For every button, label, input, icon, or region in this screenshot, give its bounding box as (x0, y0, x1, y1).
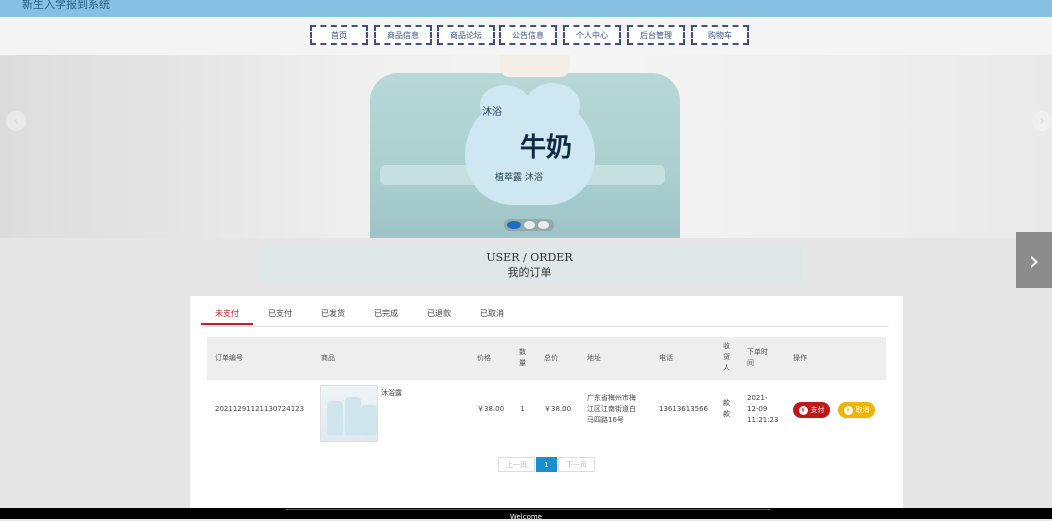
active-tab-indicator (201, 323, 253, 325)
carousel-dot[interactable] (507, 221, 521, 229)
nav-goods-info[interactable]: 商品信息 (374, 25, 432, 45)
header-time: 下单时 间 (747, 347, 768, 369)
main-nav: 首页 商品信息 商品论坛 公告信息 个人中心 后台管理 购物车 (0, 17, 1052, 55)
header-qty: 数 量 (519, 347, 526, 369)
side-next-button[interactable]: › (1016, 232, 1052, 288)
header-ops: 操作 (793, 354, 807, 362)
receiver-line: 款 (723, 399, 730, 407)
tab-unpaid[interactable]: 未支付 (215, 308, 239, 319)
header-receiver: 收 货 人 (723, 341, 730, 374)
header-phone: 电话 (659, 354, 673, 362)
pagination-page-1[interactable]: 1 (536, 457, 557, 472)
yen-icon: ¥ (798, 405, 808, 415)
bottle-shape (345, 397, 361, 435)
header-price: 价格 (477, 354, 491, 362)
tab-refunded[interactable]: 已退款 (427, 308, 451, 319)
carousel-dot[interactable] (524, 221, 535, 229)
order-time: 2021- 12-09 11:21:23 (747, 393, 778, 426)
address: 广东省梅州市梅 江区江南街道白 马四路16号 (587, 393, 636, 426)
header-qty-line: 数 (519, 348, 526, 356)
order-no: 20211291121130724123 (215, 405, 305, 413)
nav-admin[interactable]: 后台管理 (627, 25, 685, 45)
tab-completed[interactable]: 已完成 (374, 308, 398, 319)
nav-home[interactable]: 首页 (310, 25, 368, 45)
price: ￥38.00 (477, 405, 505, 413)
banner-carousel: 沐浴 牛奶 植萃露 沐浴 ‹ › (0, 55, 1052, 238)
header-time-line: 间 (747, 359, 754, 367)
footer-divider (285, 509, 771, 510)
yen-icon: ¥ (843, 405, 853, 415)
carousel-indicators (504, 219, 554, 231)
order-time-line: 12-09 (747, 405, 768, 413)
carousel-next-button[interactable]: › (1032, 111, 1052, 131)
header-receiver-line: 货 (723, 353, 730, 361)
page-title-en: USER / ORDER (486, 251, 573, 264)
header-order-no: 订单编号 (215, 354, 243, 362)
header-time-line: 下单时 (747, 348, 768, 356)
phone: 13613613566 (659, 405, 708, 413)
header-address: 地址 (587, 354, 601, 362)
address-line: 广东省梅州市梅 (587, 394, 636, 402)
goods-name: 沐浴露 (381, 389, 402, 397)
pagination-prev[interactable]: 上一页 (498, 457, 535, 472)
address-line: 江区江南街道白 (587, 405, 636, 413)
top-bar: 新生入学报到系统 (0, 0, 1052, 17)
cancel-button-label: 取消 (855, 406, 870, 414)
product-label-sub: 植萃露 沐浴 (495, 173, 543, 183)
receiver-line: 款 (723, 410, 730, 418)
table-row: 20211291121130724123 沐浴露 ￥38.00 1 ￥38.00… (207, 380, 886, 442)
banner-product-image: 沐浴 牛奶 植萃露 沐浴 (370, 55, 680, 238)
page-header: USER / ORDER 我的订单 (257, 246, 802, 284)
jar-lid (500, 55, 570, 77)
quantity: 1 (520, 405, 525, 413)
nav-announcements[interactable]: 公告信息 (499, 25, 557, 45)
order-time-line: 2021- (747, 394, 768, 402)
goods-thumbnail[interactable] (320, 385, 378, 442)
header-total: 总价 (544, 354, 558, 362)
bottle-shape (327, 401, 343, 435)
nav-goods-forum[interactable]: 商品论坛 (437, 25, 495, 45)
header-qty-line: 量 (519, 359, 526, 367)
table-header: 订单编号 商品 价格 数 量 总价 地址 电话 收 货 人 下单时 间 操作 (207, 337, 886, 380)
pagination: 上一页 1 下一页 (498, 457, 595, 472)
tab-paid[interactable]: 已支付 (268, 308, 292, 319)
footer: Welcome (0, 508, 1052, 521)
carousel-prev-button[interactable]: ‹ (6, 111, 26, 131)
order-status-tabs: 未支付 已支付 已发货 已完成 已退款 已取消 (201, 304, 889, 327)
address-line: 马四路16号 (587, 416, 624, 424)
order-panel: 未支付 已支付 已发货 已完成 已退款 已取消 订单编号 商品 价格 数 量 总… (190, 296, 903, 508)
cancel-button[interactable]: ¥ 取消 (838, 402, 875, 418)
page-title-cn: 我的订单 (507, 266, 552, 279)
total-price: ￥38.00 (544, 405, 572, 413)
product-label-small: 沐浴 (482, 107, 502, 118)
header-goods: 商品 (321, 354, 335, 362)
pay-button[interactable]: ¥ 支付 (793, 402, 830, 418)
nav-personal-center[interactable]: 个人中心 (563, 25, 621, 45)
tab-cancelled[interactable]: 已取消 (480, 308, 504, 319)
product-label-big: 牛奶 (520, 133, 573, 163)
footer-text: Welcome (509, 513, 543, 521)
receiver: 款 款 (723, 398, 730, 420)
header-receiver-line: 收 (723, 342, 730, 350)
order-time-line: 11:21:23 (747, 416, 779, 424)
bottle-shape (361, 405, 377, 435)
carousel-dot[interactable] (538, 221, 549, 229)
nav-cart[interactable]: 购物车 (691, 25, 749, 45)
site-title: 新生入学报到系统 (22, 0, 110, 11)
tab-shipped[interactable]: 已发货 (321, 308, 345, 319)
header-receiver-line: 人 (723, 364, 730, 372)
pagination-next[interactable]: 下一页 (558, 457, 595, 472)
pay-button-label: 支付 (810, 406, 825, 414)
